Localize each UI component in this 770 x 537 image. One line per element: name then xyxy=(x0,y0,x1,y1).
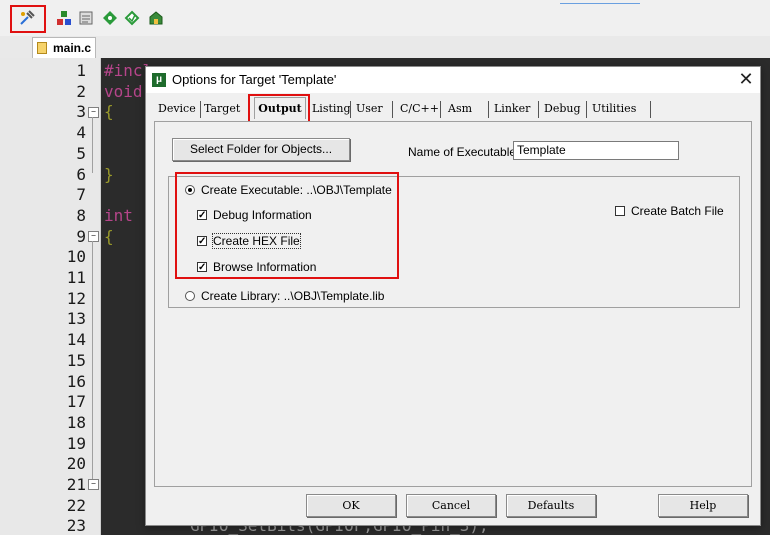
select-device-icon[interactable] xyxy=(122,8,142,28)
code-line-brace-open-2: { xyxy=(104,226,114,246)
tab-user[interactable]: User xyxy=(356,99,383,119)
options-button-highlight xyxy=(10,5,46,33)
debug-information-label: Debug Information xyxy=(213,208,312,222)
create-hex-label: Create HEX File xyxy=(212,233,301,249)
tab-utilities[interactable]: Utilities xyxy=(592,99,636,119)
tab-asm[interactable]: Asm xyxy=(448,99,472,119)
options-dialog: μ Options for Target 'Template' ✕ Device… xyxy=(145,66,761,526)
line-number: 12 xyxy=(66,288,86,308)
line-number: 19 xyxy=(66,433,86,453)
create-library-radio[interactable] xyxy=(185,291,195,301)
code-line-int: int xyxy=(104,205,133,225)
help-button[interactable]: Help xyxy=(658,494,748,517)
line-number: 22 xyxy=(66,495,86,515)
line-number: 5 xyxy=(76,143,86,163)
output-tab-panel: Select Folder for Objects... Name of Exe… xyxy=(154,121,752,487)
code-line-brace-open: { xyxy=(104,102,114,122)
cancel-button[interactable]: Cancel xyxy=(406,494,496,517)
pack-installer-icon[interactable] xyxy=(146,8,166,28)
tab-listing[interactable]: Listing xyxy=(312,99,351,119)
name-of-executable-field[interactable]: Template xyxy=(513,141,679,160)
tab-separator xyxy=(538,101,539,118)
line-number: 1 xyxy=(76,61,86,80)
create-batch-label: Create Batch File xyxy=(631,204,724,218)
line-number: 6 xyxy=(76,164,86,184)
tab-separator xyxy=(650,101,651,118)
line-number: 17 xyxy=(66,392,86,412)
file-tab-label: main.c xyxy=(53,41,92,55)
editor-tab-bar xyxy=(0,36,770,59)
line-number: 15 xyxy=(66,350,86,370)
file-tab-main-c[interactable]: main.c xyxy=(32,37,96,58)
create-executable-radio[interactable] xyxy=(185,185,195,195)
tab-separator xyxy=(488,101,489,118)
fold-guide xyxy=(92,241,93,479)
line-number: 2 xyxy=(76,81,86,101)
tab-separator xyxy=(392,101,393,118)
code-line-void: void xyxy=(104,81,143,101)
toolbar-top-edge xyxy=(560,0,640,4)
line-number: 23 xyxy=(66,516,86,536)
tab-separator xyxy=(350,101,351,118)
line-number: 3 xyxy=(76,102,86,122)
create-library-label: Create Library: ..\OBJ\Template.lib xyxy=(201,289,385,303)
browse-information-label: Browse Information xyxy=(213,260,317,274)
close-icon[interactable]: ✕ xyxy=(736,69,756,89)
line-number: 16 xyxy=(66,371,86,391)
tab-separator xyxy=(440,101,441,118)
create-batch-checkbox[interactable] xyxy=(615,206,625,216)
line-number: 14 xyxy=(66,330,86,350)
browse-information-checkbox[interactable]: ✓ xyxy=(197,262,207,273)
fold-toggle-icon[interactable]: − xyxy=(88,231,99,242)
load-icon[interactable] xyxy=(54,8,74,28)
create-hex-checkbox[interactable]: ✓ xyxy=(197,236,207,247)
line-number: 13 xyxy=(66,309,86,329)
ok-button[interactable]: OK xyxy=(306,494,396,517)
tab-separator xyxy=(200,101,201,118)
translate-icon[interactable] xyxy=(76,8,96,28)
output-tab-highlight xyxy=(248,94,310,123)
keil-app-icon: μ xyxy=(152,73,166,87)
dialog-title: Options for Target 'Template' xyxy=(172,72,337,87)
tab-separator xyxy=(586,101,587,118)
line-number: 20 xyxy=(66,454,86,474)
name-of-executable-label: Name of Executable: xyxy=(408,145,520,159)
tab-linker[interactable]: Linker xyxy=(494,99,530,119)
line-number: 10 xyxy=(66,247,86,267)
code-line-brace-close: } xyxy=(104,164,114,184)
fold-toggle-icon[interactable]: − xyxy=(88,107,99,118)
line-number: 11 xyxy=(66,268,86,287)
manage-components-icon[interactable] xyxy=(100,8,120,28)
line-number: 21 xyxy=(66,475,86,494)
defaults-button[interactable]: Defaults xyxy=(506,494,596,517)
tab-c-cpp[interactable]: C/C++ xyxy=(400,99,439,119)
line-number: 8 xyxy=(76,205,86,225)
tab-target[interactable]: Target xyxy=(204,99,240,119)
line-number: 7 xyxy=(76,185,86,205)
line-number: 9 xyxy=(76,226,86,246)
debug-information-checkbox[interactable]: ✓ xyxy=(197,210,207,221)
select-folder-button[interactable]: Select Folder for Objects... xyxy=(172,138,350,161)
line-number: 4 xyxy=(76,123,86,143)
fold-toggle-icon[interactable]: − xyxy=(88,479,99,490)
file-icon xyxy=(37,42,47,54)
line-number: 18 xyxy=(66,412,86,432)
fold-guide xyxy=(92,117,93,173)
tab-device[interactable]: Device xyxy=(158,99,196,119)
create-executable-label: Create Executable: ..\OBJ\Template xyxy=(201,183,392,197)
tab-debug[interactable]: Debug xyxy=(544,99,581,119)
